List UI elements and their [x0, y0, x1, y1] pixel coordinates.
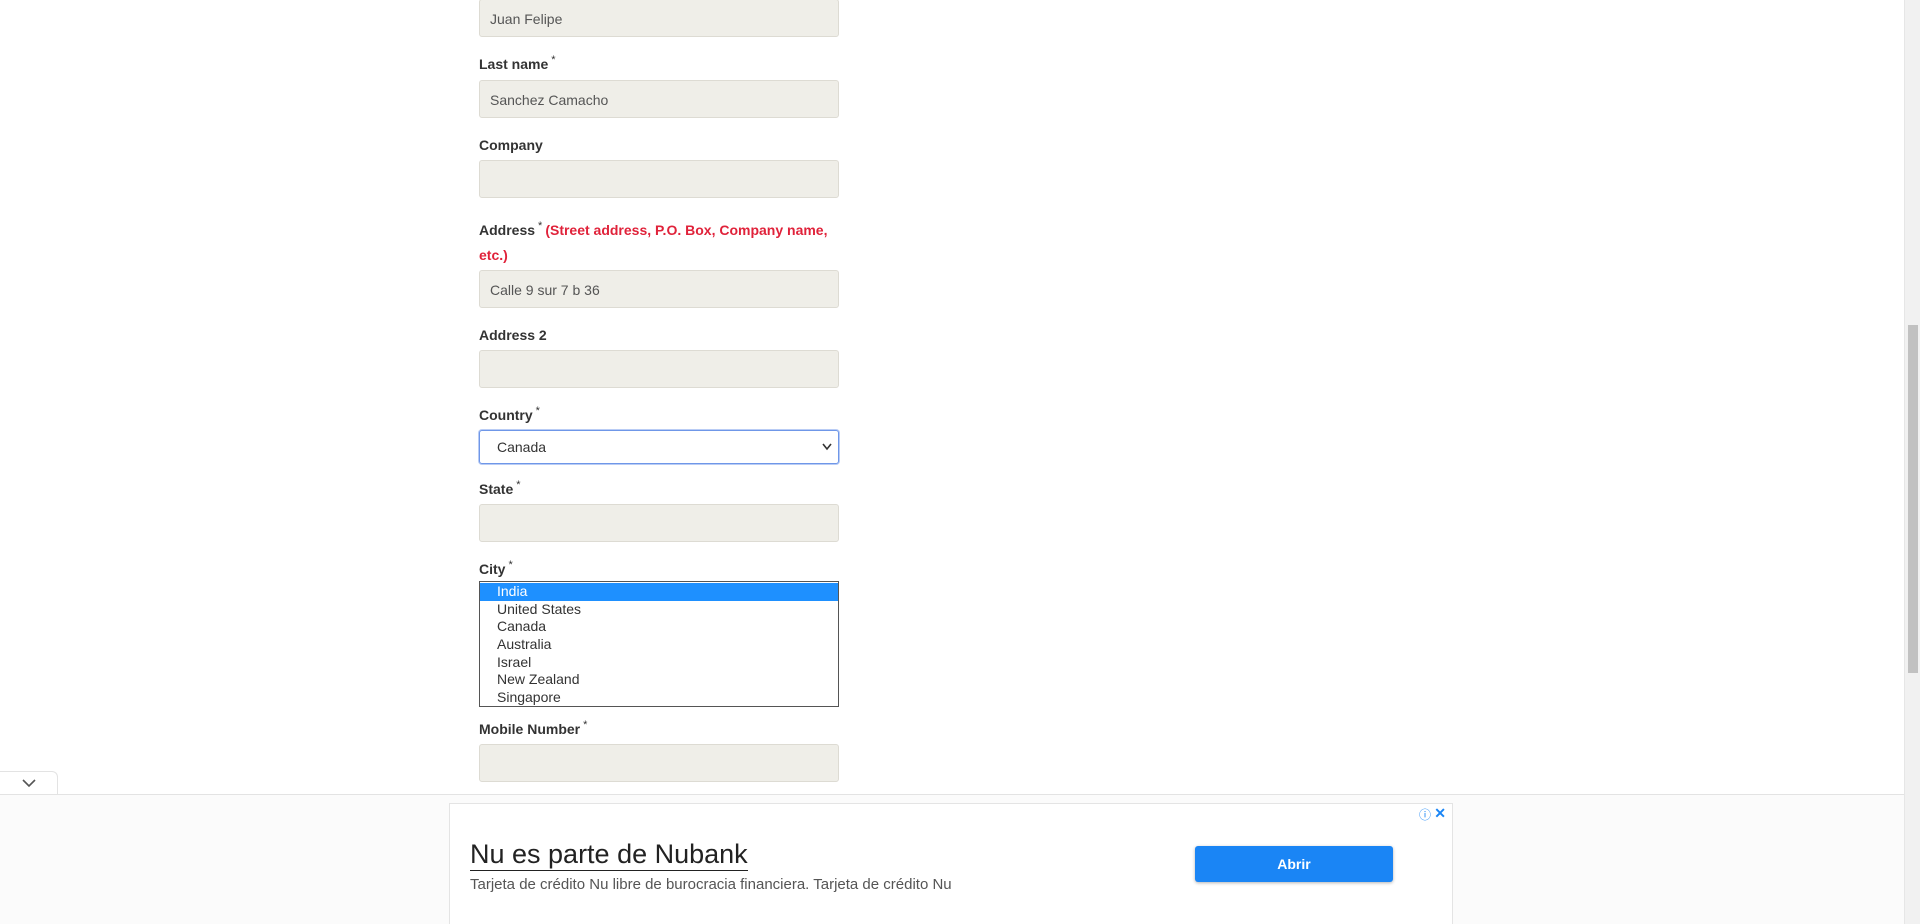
- country-label-text: Country: [479, 407, 533, 423]
- dropdown-option[interactable]: Singapore: [480, 689, 838, 707]
- required-asterisk: *: [535, 405, 540, 417]
- ad-title[interactable]: Nu es parte de Nubank: [470, 838, 748, 871]
- close-icon[interactable]: ✕: [1434, 805, 1446, 822]
- dropdown-option[interactable]: Israel: [480, 654, 838, 672]
- last-name-label: Last name *: [479, 54, 556, 73]
- state-label-text: State: [479, 481, 514, 497]
- required-asterisk: *: [538, 220, 543, 232]
- company-input[interactable]: [479, 160, 839, 198]
- country-select[interactable]: Canada: [479, 430, 839, 464]
- address-hint-continued: etc.): [479, 247, 508, 263]
- address2-label: Address 2: [479, 326, 547, 344]
- address2-input[interactable]: [479, 350, 839, 388]
- ad-open-button[interactable]: Abrir: [1195, 846, 1393, 882]
- required-asterisk: *: [516, 479, 521, 491]
- mobile-label-text: Mobile Number: [479, 721, 581, 737]
- scrollbar-thumb[interactable]: [1908, 325, 1918, 673]
- dropdown-option[interactable]: Canada: [480, 618, 838, 636]
- chevron-down-icon: [822, 431, 832, 475]
- last-name-input[interactable]: Sanchez Camacho: [479, 80, 839, 118]
- ad-collapse-button[interactable]: [0, 771, 58, 795]
- last-name-label-text: Last name: [479, 56, 549, 72]
- dropdown-option[interactable]: New Zealand: [480, 671, 838, 689]
- ad-banner[interactable]: ⓘ ✕ Nu es parte de Nubank Tarjeta de cré…: [449, 803, 1453, 924]
- required-asterisk: *: [583, 719, 588, 731]
- city-label: City *: [479, 559, 513, 578]
- address-hint: (Street address, P.O. Box, Company name,: [545, 222, 828, 238]
- address-label: Address * (Street address, P.O. Box, Compa…: [479, 218, 844, 268]
- city-label-text: City: [479, 561, 506, 577]
- address2-label-text: Address 2: [479, 327, 547, 343]
- address-label-text: Address: [479, 222, 536, 238]
- country-select-value: Canada: [497, 439, 547, 455]
- ad-description: Tarjeta de crédito Nu libre de burocraci…: [470, 876, 952, 893]
- info-icon[interactable]: ⓘ: [1419, 806, 1431, 823]
- dropdown-option[interactable]: United States: [480, 601, 838, 619]
- dropdown-option[interactable]: India: [480, 583, 838, 601]
- mobile-label: Mobile Number *: [479, 719, 588, 738]
- ad-banner-bar: ⓘ ✕ Nu es parte de Nubank Tarjeta de cré…: [0, 794, 1904, 924]
- required-asterisk: *: [508, 559, 513, 571]
- country-label: Country *: [479, 405, 540, 424]
- page: Juan Felipe Last name * Sanchez Camacho C…: [0, 0, 1920, 924]
- page-scrollbar[interactable]: [1904, 0, 1920, 924]
- country-dropdown-list[interactable]: India United States Canada Australia Isr…: [479, 581, 839, 707]
- company-label: Company: [479, 136, 543, 154]
- dropdown-option[interactable]: Australia: [480, 636, 838, 654]
- address-input[interactable]: Calle 9 sur 7 b 36: [479, 270, 839, 308]
- company-label-text: Company: [479, 137, 543, 153]
- chevron-down-icon: [21, 779, 36, 788]
- required-asterisk: *: [551, 54, 556, 66]
- state-input[interactable]: [479, 504, 839, 542]
- first-name-input[interactable]: Juan Felipe: [479, 0, 839, 37]
- mobile-number-input[interactable]: [479, 744, 839, 782]
- state-label: State *: [479, 479, 521, 498]
